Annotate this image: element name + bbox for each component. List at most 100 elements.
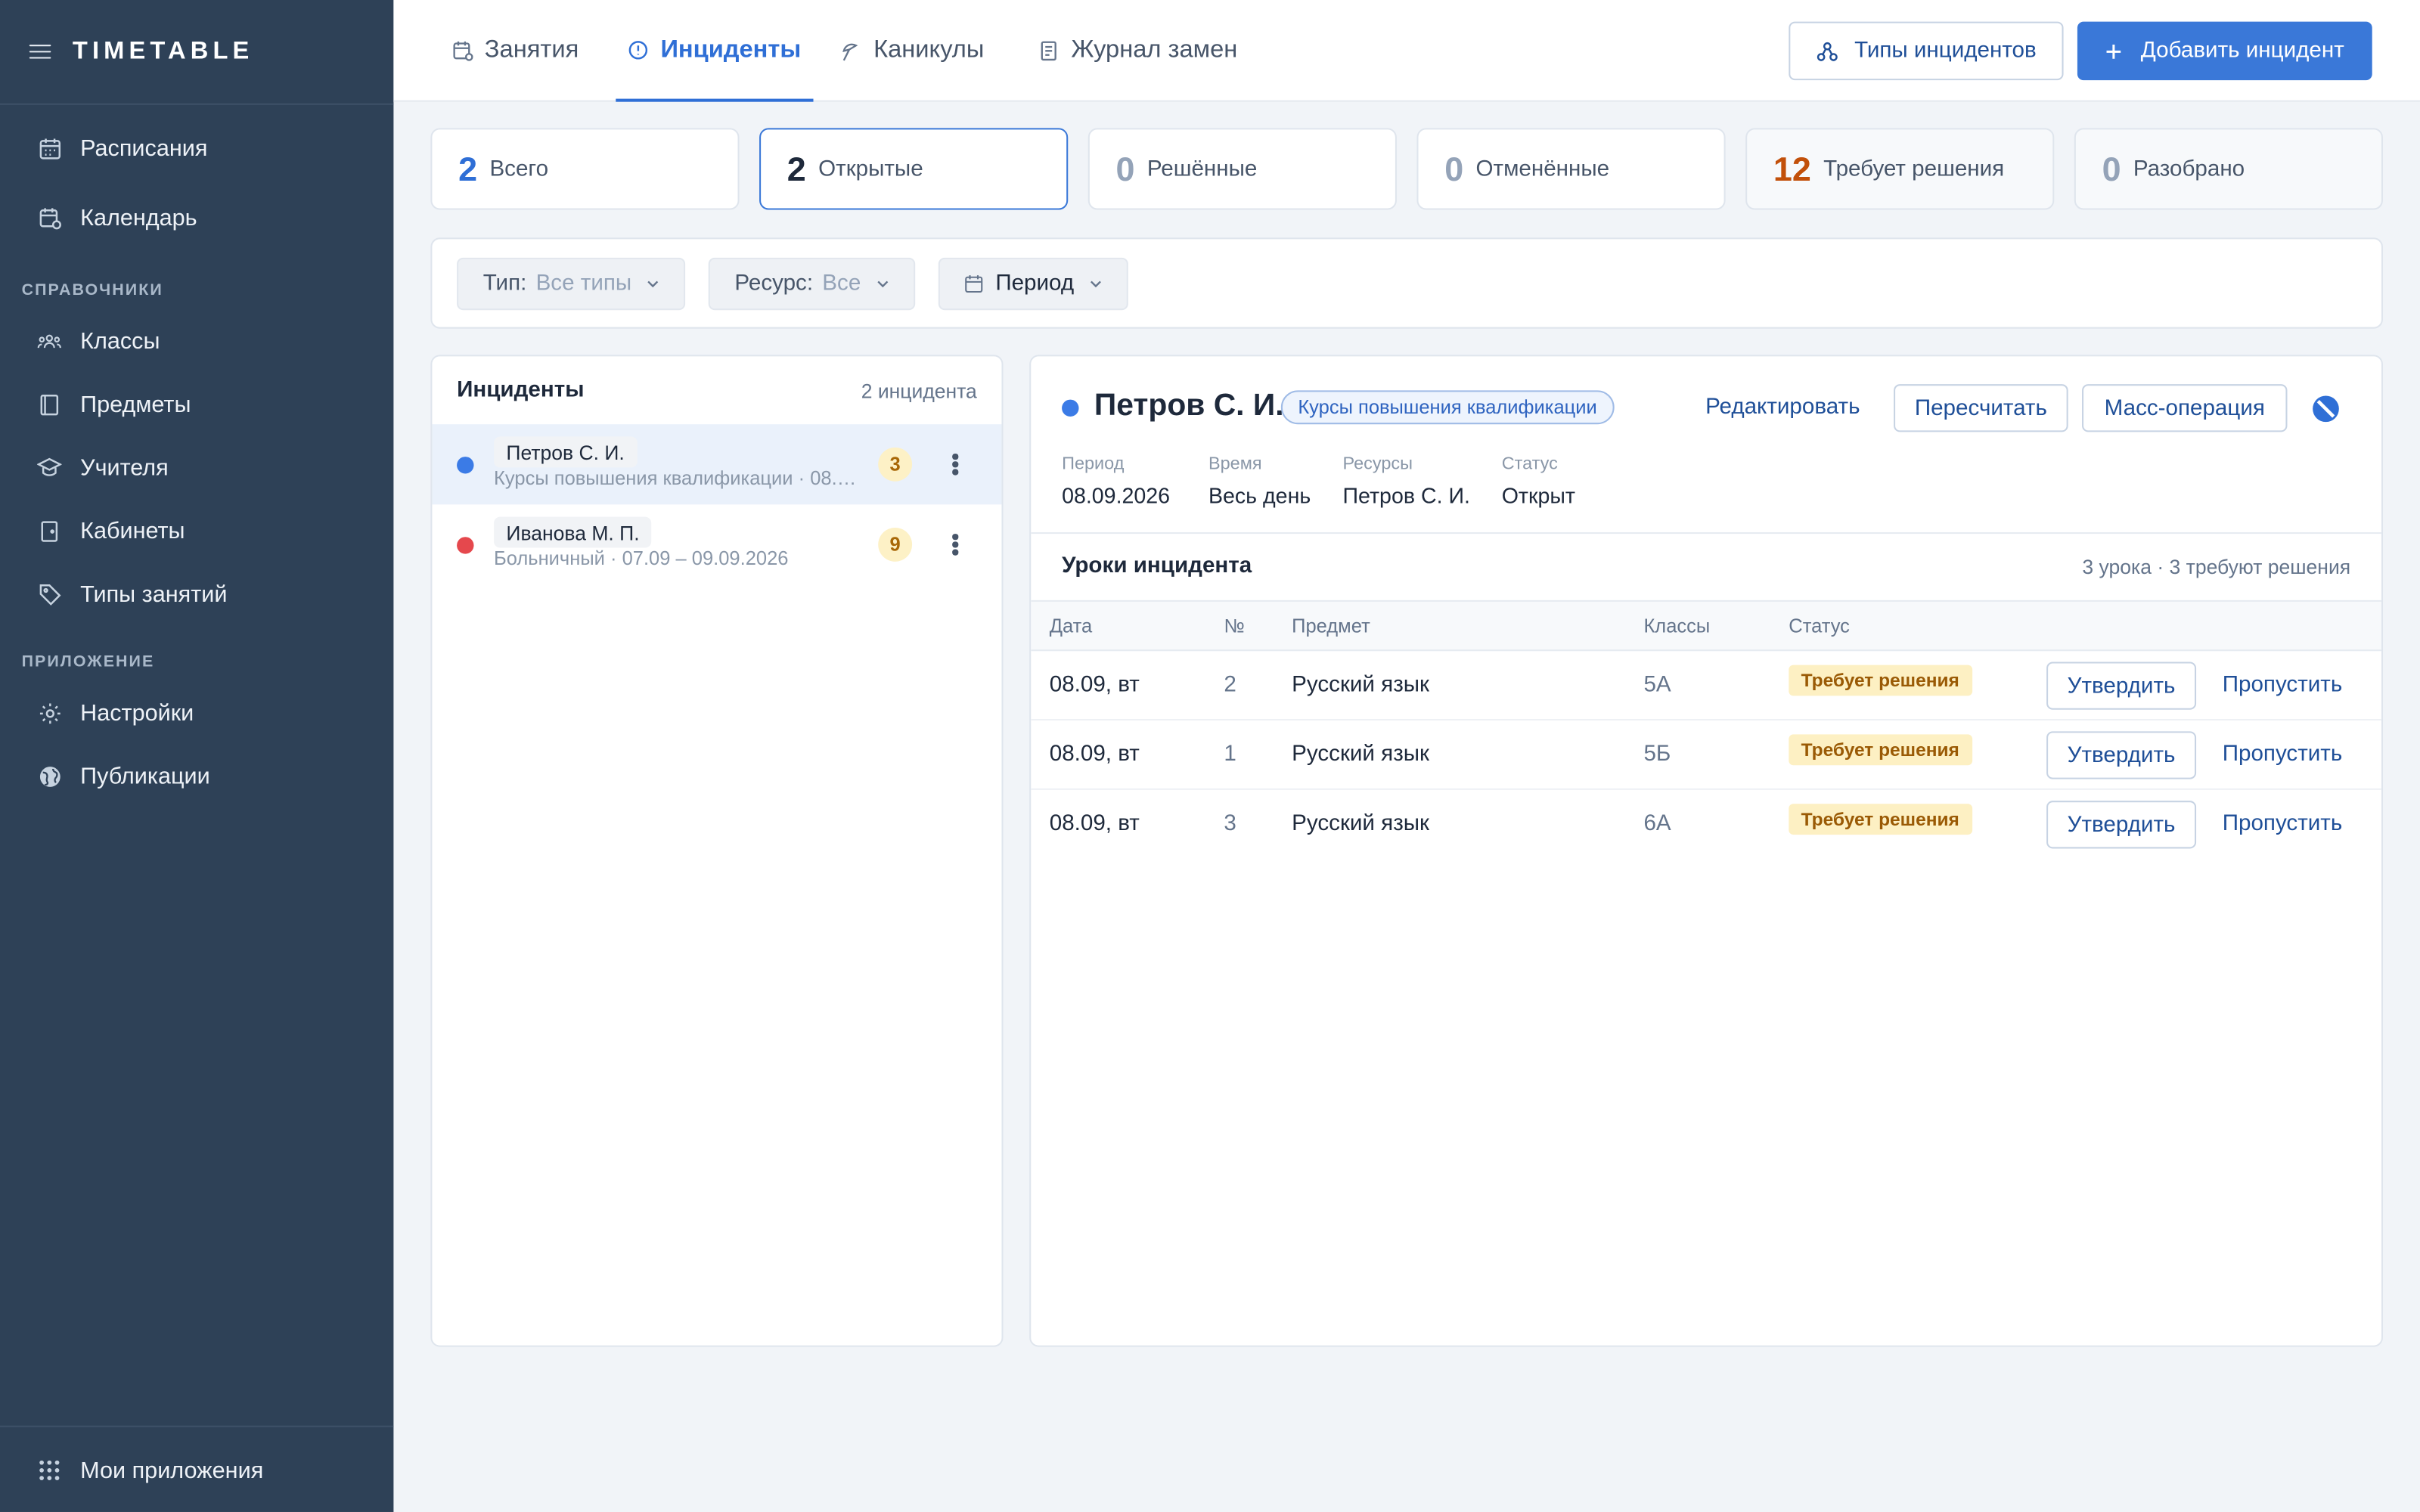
filter-label: Тип: bbox=[482, 271, 527, 296]
mass-operation-button[interactable]: Масс-операция bbox=[2082, 384, 2288, 432]
resource-filter-dropdown[interactable]: Ресурс: Все bbox=[708, 257, 915, 311]
sidebar-item-label: Календарь bbox=[80, 204, 197, 231]
calendar-small-icon bbox=[452, 40, 474, 62]
incident-list-item[interactable]: Иванова М. П. Больничный · 07.09 – 09.09… bbox=[432, 504, 1001, 584]
column-header: Классы bbox=[1643, 615, 1711, 637]
sidebar-item-rooms[interactable]: Кабинеты bbox=[0, 503, 393, 558]
column-header: № bbox=[1224, 615, 1245, 637]
meta-value: Весь день bbox=[1208, 482, 1311, 508]
filter-label: Ресурс: bbox=[734, 271, 814, 296]
approve-button[interactable]: Утвердить bbox=[2046, 662, 2197, 710]
meta-value: Петров С. И. bbox=[1342, 482, 1470, 508]
pending-count-badge: 9 bbox=[878, 527, 913, 562]
lessons-title: Уроки инцидента bbox=[1062, 553, 1252, 579]
stat-label: Отменённые bbox=[1475, 156, 1610, 181]
menu-icon[interactable] bbox=[29, 44, 51, 60]
sidebar-item-calendar[interactable]: Календарь bbox=[0, 190, 393, 245]
meta-label: Период bbox=[1062, 455, 1125, 474]
brand-bar: TIMETABLE bbox=[0, 0, 394, 105]
sidebar-item-subjects[interactable]: Предметы bbox=[0, 376, 393, 432]
stat-label: Требует решения bbox=[1823, 156, 2005, 181]
column-header: Статус bbox=[1789, 615, 1850, 637]
more-vertical-icon[interactable] bbox=[952, 534, 958, 556]
lesson-class: 5А bbox=[1643, 672, 1671, 698]
chevron-down-icon bbox=[1090, 277, 1102, 290]
sidebar-item-publications[interactable]: Публикации bbox=[0, 748, 393, 804]
stat-label: Разобрано bbox=[2133, 156, 2245, 181]
incident-types-button[interactable]: Типы инцидентов bbox=[1789, 21, 2064, 81]
stat-label: Решённые bbox=[1146, 156, 1258, 181]
tab-label: Инциденты bbox=[660, 36, 802, 64]
approve-button[interactable]: Утвердить bbox=[2046, 731, 2197, 779]
meta-value: Открыт bbox=[1501, 482, 1576, 508]
period-filter-dropdown[interactable]: Период bbox=[938, 257, 1128, 311]
stat-label: Всего bbox=[489, 156, 549, 181]
edit-button[interactable]: Редактировать bbox=[1705, 395, 1860, 420]
incident-subtitle: Больничный · 07.09 – 09.09.2026 bbox=[494, 547, 789, 570]
sidebar-item-lesson-types[interactable]: Типы занятий bbox=[0, 566, 393, 621]
table-row: 08.09, вт 1 Русский язык 5Б Требует реше… bbox=[1031, 720, 2381, 790]
tag-icon bbox=[37, 581, 62, 606]
group-icon bbox=[37, 329, 62, 354]
book-icon bbox=[37, 392, 62, 417]
incident-list-panel: Инциденты 2 инцидента Петров С. И. Курсы… bbox=[430, 355, 1004, 1347]
meta-label: Время bbox=[1208, 455, 1262, 474]
stat-open[interactable]: 2 Открытые bbox=[759, 128, 1069, 210]
filter-value: Все типы bbox=[535, 271, 632, 296]
lesson-date: 08.09, вт bbox=[1049, 672, 1140, 698]
add-incident-button[interactable]: Добавить инцидент bbox=[2077, 21, 2372, 81]
skip-button[interactable]: Пропустить bbox=[2223, 673, 2343, 698]
sidebar-section-refs: СПРАВОЧНИКИ bbox=[21, 280, 163, 299]
apps-grid-icon bbox=[37, 1458, 62, 1483]
filter-value: Все bbox=[822, 271, 861, 296]
more-vertical-icon[interactable] bbox=[952, 453, 958, 476]
incident-resource-name: Петров С. И. bbox=[494, 436, 638, 468]
sidebar-item-label: Классы bbox=[80, 327, 160, 355]
type-filter-dropdown[interactable]: Тип: Все типы bbox=[457, 257, 686, 311]
approve-button[interactable]: Утвердить bbox=[2046, 801, 2197, 849]
recalculate-button[interactable]: Пересчитать bbox=[1894, 384, 2068, 432]
column-header: Предмет bbox=[1292, 615, 1370, 637]
incident-list-title: Инциденты bbox=[457, 377, 585, 403]
lesson-number: 3 bbox=[1224, 811, 1236, 837]
sidebar-item-schedules[interactable]: Расписания bbox=[0, 120, 393, 175]
sidebar-item-label: Расписания bbox=[80, 135, 208, 162]
hierarchy-icon bbox=[1816, 41, 1838, 61]
globe-icon bbox=[37, 764, 62, 789]
tab-label: Каникулы bbox=[873, 36, 985, 64]
incident-type-tag: Курсы повышения квалификации bbox=[1280, 390, 1615, 425]
stat-resolved[interactable]: 0 Решённые bbox=[1087, 128, 1397, 210]
sidebar-item-label: Мои приложения bbox=[80, 1457, 264, 1484]
incident-types-label: Типы инцидентов bbox=[1854, 39, 2037, 64]
sidebar-item-teachers[interactable]: Учителя bbox=[0, 440, 393, 495]
sidebar-item-my-apps[interactable]: Мои приложения bbox=[0, 1442, 393, 1498]
tab-holidays[interactable]: Каникулы bbox=[841, 0, 984, 102]
incident-subtitle: Курсы повышения квалификации · 08.09.202… bbox=[494, 467, 864, 489]
tab-substitution-log[interactable]: Журнал замен bbox=[1038, 0, 1237, 102]
sidebar-item-settings[interactable]: Настройки bbox=[0, 685, 393, 740]
calendar-clock-icon bbox=[37, 205, 62, 230]
cancel-icon[interactable] bbox=[2312, 395, 2340, 423]
tab-lessons[interactable]: Занятия bbox=[452, 0, 579, 102]
stat-cancelled[interactable]: 0 Отменённые bbox=[1416, 128, 1726, 210]
filter-label: Период bbox=[995, 271, 1075, 296]
stat-needs-decision[interactable]: 12 Требует решения bbox=[1745, 128, 2055, 210]
graduation-cap-icon bbox=[36, 455, 62, 480]
skip-button[interactable]: Пропустить bbox=[2223, 742, 2343, 767]
status-badge: Требует решения bbox=[1789, 734, 1972, 766]
calendar-grid-icon bbox=[37, 136, 62, 161]
skip-button[interactable]: Пропустить bbox=[2223, 811, 2343, 836]
stat-total[interactable]: 2 Всего bbox=[430, 128, 740, 210]
sidebar-item-classes[interactable]: Классы bbox=[0, 313, 393, 368]
stat-handled[interactable]: 0 Разобрано bbox=[2074, 128, 2383, 210]
stat-value: 0 bbox=[1115, 148, 1135, 187]
divider bbox=[1031, 532, 2381, 534]
pending-count-badge: 3 bbox=[878, 447, 913, 482]
stat-value: 0 bbox=[1444, 148, 1464, 187]
column-header: Дата bbox=[1049, 615, 1093, 637]
calendar-small-icon bbox=[965, 274, 983, 293]
stat-value: 0 bbox=[2102, 148, 2121, 187]
incident-list-item[interactable]: Петров С. И. Курсы повышения квалификаци… bbox=[432, 424, 1002, 505]
tab-incidents[interactable]: Инциденты bbox=[616, 0, 814, 102]
status-dot bbox=[457, 457, 474, 474]
